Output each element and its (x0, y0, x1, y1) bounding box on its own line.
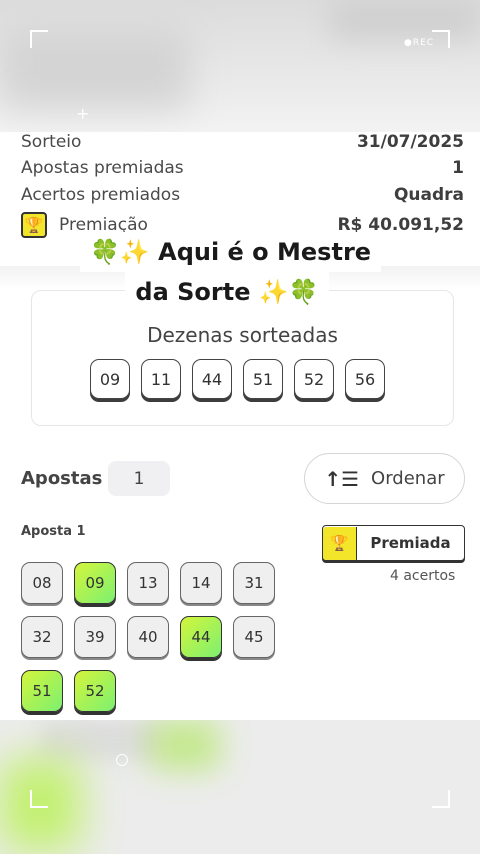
caption-line-1: 🍀✨ Aqui é o Mestre (80, 232, 382, 272)
prize-badge-label: Premiada (370, 534, 451, 552)
summary-value: 31/07/2025 (356, 132, 464, 152)
rec-indicator: ●REC (404, 38, 435, 48)
sort-button[interactable]: ↑☰ Ordenar (304, 453, 465, 504)
bets-label: Apostas (21, 468, 103, 489)
bets-count-badge: 1 (108, 461, 170, 496)
drawn-number: 56 (345, 359, 385, 399)
blurred-content (330, 0, 480, 40)
bet-number: 40 (127, 616, 169, 658)
summary-label: Sorteio (21, 132, 82, 152)
bet-number: 32 (21, 616, 63, 658)
summary-row-winning-bets: Apostas premiadas 1 (21, 158, 464, 178)
blurred-bottom-background (0, 720, 480, 854)
bet-number: 08 (21, 562, 63, 604)
summary-label: Acertos premiados (21, 185, 181, 205)
trophy-icon: 🏆 (323, 526, 357, 560)
summary-row-draw: Sorteio 31/07/2025 (21, 132, 464, 152)
blurred-content (40, 720, 160, 760)
summary-value: 1 (452, 158, 464, 178)
summary-value: Quadra (393, 185, 464, 205)
blurred-top-background: + ●REC (0, 0, 480, 132)
drawn-number: 11 (141, 359, 181, 399)
bet-numbers-grid: 08 09 13 14 31 32 39 40 44 45 51 52 (21, 562, 275, 712)
summary-row-winning-hits: Acertos premiados Quadra (21, 185, 464, 205)
bet-title: Aposta 1 (21, 524, 86, 539)
sort-button-label: Ordenar (371, 468, 445, 489)
bet-number: 13 (127, 562, 169, 604)
camera-frame-corner (432, 790, 450, 808)
focus-circle-icon (116, 754, 128, 766)
prize-badge: 🏆 Premiada (322, 525, 465, 561)
bet-number: 31 (233, 562, 275, 604)
bet-number-hit: 51 (21, 670, 63, 712)
camera-frame-corner (30, 790, 48, 808)
drawn-number: 44 (192, 359, 232, 399)
blurred-content (0, 30, 190, 110)
bet-number-hit: 52 (74, 670, 116, 712)
bet-number: 39 (74, 616, 116, 658)
drawn-number: 09 (90, 359, 130, 399)
summary-label: Apostas premiadas (21, 158, 184, 178)
caption-line-2: da Sorte ✨🍀 (125, 272, 329, 312)
camera-frame-corner (30, 30, 48, 48)
trophy-icon: 🏆 (21, 212, 47, 238)
bet-number: 14 (180, 562, 222, 604)
hits-count: 4 acertos (390, 568, 456, 584)
drawn-number: 51 (243, 359, 283, 399)
blurred-content (150, 720, 220, 770)
video-caption: 🍀✨ Aqui é o Mestre da Sorte ✨🍀 (80, 232, 382, 312)
drawn-numbers-list: 09 11 44 51 52 56 (90, 359, 385, 399)
camera-frame-corner (432, 30, 450, 48)
sort-descending-icon: ↑☰ (324, 466, 360, 491)
bet-number: 45 (233, 616, 275, 658)
bet-number-hit: 09 (74, 562, 116, 604)
crosshair-icon: + (76, 104, 90, 123)
bet-number-hit: 44 (180, 616, 222, 658)
drawn-number: 52 (294, 359, 334, 399)
drawn-numbers-title: Dezenas sorteadas (147, 323, 338, 347)
